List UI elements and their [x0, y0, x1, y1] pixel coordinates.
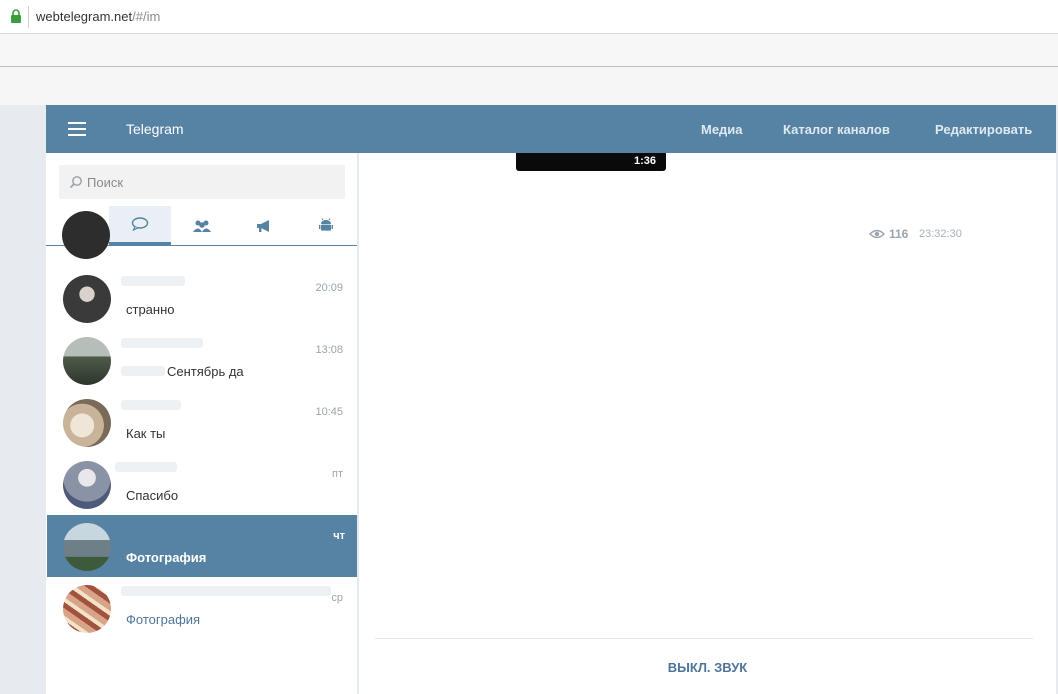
dialog-item[interactable]: 10:45 Как ты	[47, 391, 357, 453]
dialog-list: 20:09 странно 13:08 Сентябрь да 10:45 Ка…	[46, 211, 357, 694]
dialog-preview: Фотография	[126, 612, 201, 627]
chat-bubble-icon	[131, 217, 149, 231]
dialog-time: чт	[333, 530, 345, 542]
avatar	[63, 337, 111, 385]
dialog-item[interactable]: 13:08 Сентябрь да	[47, 329, 357, 391]
composer-divider	[375, 638, 1033, 639]
dialog-item[interactable]: 20:09 странно	[47, 267, 357, 329]
hidden-name	[121, 400, 181, 410]
app-title: Telegram	[126, 121, 184, 137]
message-time: 23:32:30	[919, 228, 962, 240]
url-text[interactable]: webtelegram.net/#/im	[36, 9, 160, 24]
dialog-preview: Как ты	[126, 426, 166, 441]
dialog-preview: Фотография	[126, 550, 207, 565]
dialog-time: пт	[332, 468, 343, 480]
tab-chats[interactable]	[109, 206, 171, 245]
dialog-item[interactable]: пт Спасибо	[47, 453, 357, 515]
eye-icon	[869, 229, 885, 239]
views-count: 116	[889, 227, 909, 241]
avatar	[63, 275, 111, 323]
url-host: webtelegram.net	[36, 9, 133, 24]
dialog-preview: Спасибо	[126, 488, 179, 503]
dialog-time: ср	[331, 592, 343, 604]
address-bar[interactable]: webtelegram.net/#/im	[0, 0, 1058, 34]
hidden-name	[121, 276, 185, 286]
dialogs-panel: 20:09 странно 13:08 Сентябрь да 10:45 Ка…	[46, 153, 358, 694]
avatar	[63, 461, 111, 509]
chat-area: 1:36 116 23:32:30 ВЫКЛ. ЗВУК	[359, 153, 1056, 694]
views-counter: 116	[869, 227, 908, 241]
video-duration: 1:36	[633, 155, 656, 167]
hidden-name	[115, 462, 177, 472]
megaphone-icon	[257, 219, 269, 232]
avatar	[63, 585, 111, 633]
tab-channels[interactable]	[233, 206, 295, 245]
search-icon	[69, 176, 82, 189]
video-thumbnail[interactable]: 1:36	[516, 153, 666, 171]
dialog-item-selected[interactable]: чт Фотография	[47, 515, 357, 577]
nav-media[interactable]: Медиа	[701, 122, 743, 137]
address-separator	[28, 6, 29, 28]
hidden-name	[121, 338, 203, 348]
dialog-preview: странно	[126, 302, 175, 317]
avatar-partial	[62, 211, 110, 259]
hamburger-menu-icon[interactable]	[68, 122, 86, 136]
avatar	[63, 523, 111, 571]
avatar	[63, 399, 111, 447]
dialog-time: 10:45	[315, 406, 343, 418]
tab-groups[interactable]	[171, 206, 233, 245]
dialog-item[interactable]: ср Фотография	[47, 577, 357, 639]
url-path: /#/im	[132, 9, 161, 24]
browser-toolbar	[0, 34, 1058, 67]
dialog-time: 13:08	[315, 344, 343, 356]
search-box[interactable]	[59, 165, 345, 199]
nav-edit[interactable]: Редактировать	[935, 122, 1032, 137]
dialog-preview: Сентябрь да	[167, 364, 244, 379]
tab-bots[interactable]	[295, 206, 357, 245]
app-header: Telegram Медиа Каталог каналов Редактиро…	[46, 105, 1056, 153]
dialog-time: 20:09	[315, 282, 343, 294]
page-top-area	[0, 67, 1058, 105]
hidden-name	[121, 586, 331, 596]
nav-channel-catalog[interactable]: Каталог каналов	[783, 122, 890, 137]
mute-button[interactable]: ВЫКЛ. ЗВУК	[359, 660, 1056, 675]
search-input[interactable]	[87, 165, 337, 199]
hidden-sender	[121, 366, 165, 376]
robot-icon	[319, 218, 333, 231]
group-icon	[193, 220, 211, 232]
lock-icon	[11, 9, 21, 23]
